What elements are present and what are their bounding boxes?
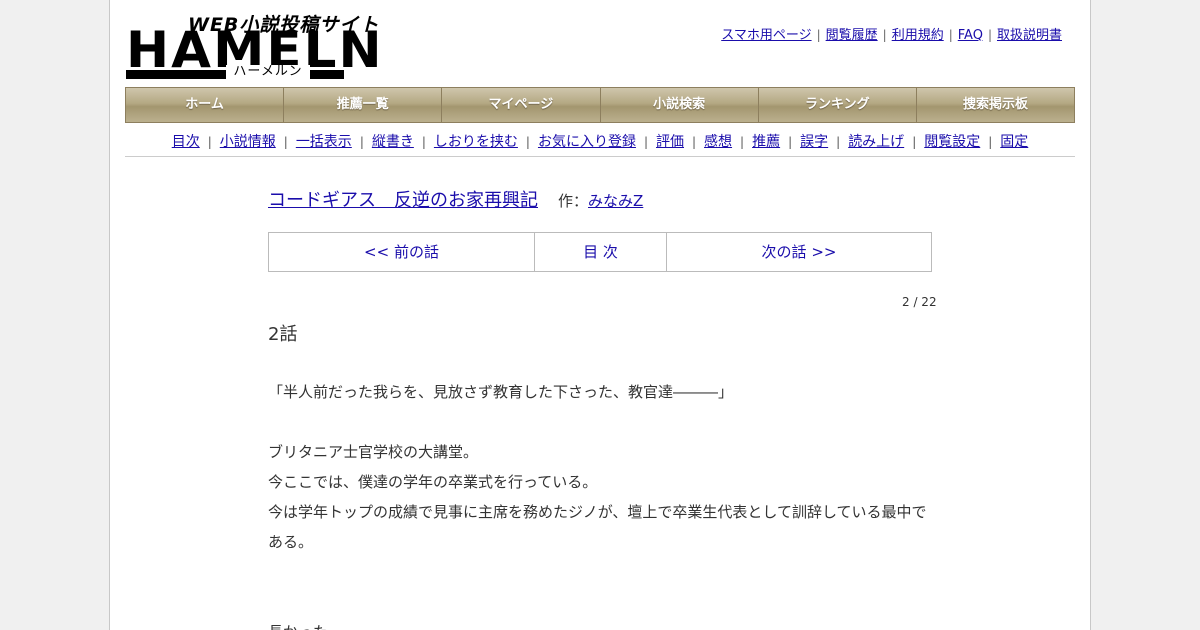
toc-button[interactable]: 目 次 — [535, 233, 667, 271]
separator: | — [692, 135, 697, 149]
separator: | — [207, 135, 212, 149]
subnav-favorite[interactable]: お気に入り登録 — [538, 134, 636, 150]
nav-ranking[interactable]: ランキング — [759, 88, 917, 122]
subnav-vertical[interactable]: 縦書き — [372, 134, 414, 150]
separator: | — [882, 28, 887, 42]
subnav-info[interactable]: 小説情報 — [220, 134, 276, 150]
novel-title-link[interactable]: コードギアス 反逆のお家再興記 — [268, 190, 538, 211]
nav-mypage[interactable]: マイページ — [442, 88, 601, 122]
subnav-comments[interactable]: 感想 — [704, 134, 732, 150]
body-paragraph: 長かった — [268, 617, 938, 630]
next-chapter-button[interactable]: 次の話 >> — [667, 233, 931, 271]
link-terms[interactable]: 利用規約 — [892, 28, 944, 43]
separator: | — [643, 135, 648, 149]
separator: | — [283, 135, 288, 149]
separator: | — [988, 135, 993, 149]
page-container: WEB小説投稿サイト HAMELN ハーメルン スマホ用ページ | 閲覧履歴 | 利用規… — [109, 0, 1091, 630]
chapter-title: 2話 — [268, 324, 298, 345]
separator: | — [987, 28, 992, 42]
page-counter: 2 / 22 — [902, 295, 937, 309]
body-paragraph: 今ここでは、僕達の学年の卒業式を行っている。 — [268, 473, 598, 491]
separator: | — [740, 135, 745, 149]
link-faq[interactable]: FAQ — [958, 28, 983, 43]
subnav-full[interactable]: 一括表示 — [296, 134, 352, 150]
separator: | — [421, 135, 426, 149]
body-paragraph: ブリタニア士官学校の大講堂。 — [268, 443, 479, 461]
subnav-recommend[interactable]: 推薦 — [752, 134, 780, 150]
subnav-readaloud[interactable]: 読み上げ — [848, 134, 904, 150]
body-paragraph: 今は学年トップの成績で見事に主席を務めたジノが、壇上で卒業生代表として訓辞してい… — [268, 503, 927, 551]
link-smartphone[interactable]: スマホ用ページ — [721, 28, 811, 43]
separator: | — [836, 135, 841, 149]
body-paragraph — [268, 557, 938, 587]
nav-recommended[interactable]: 推薦一覧 — [284, 88, 443, 122]
novel-header: コードギアス 反逆のお家再興記 作：みなみZ — [268, 186, 643, 212]
logo-kana: ハーメルン — [226, 65, 310, 79]
novel-subnav: 目次 | 小説情報 | 一括表示 | 縦書き | しおりを挟む | お気に入り登録 | 評価 | 感想 | 推薦… — [125, 131, 1075, 151]
subnav-typo[interactable]: 誤字 — [800, 134, 828, 150]
separator: | — [912, 135, 917, 149]
subnav-bookmark[interactable]: しおりを挟む — [434, 134, 518, 150]
author-label: 作： — [558, 192, 589, 210]
nav-board[interactable]: 捜索掲示板 — [917, 88, 1074, 122]
link-manual[interactable]: 取扱説明書 — [997, 28, 1062, 43]
top-links: スマホ用ページ | 閲覧履歴 | 利用規約 | FAQ | 取扱説明書 — [721, 24, 1062, 43]
author-link[interactable]: みなみZ — [588, 192, 643, 210]
subnav-pin[interactable]: 固定 — [1000, 134, 1028, 150]
prev-chapter-button[interactable]: << 前の話 — [269, 233, 535, 271]
divider — [125, 156, 1075, 157]
separator: | — [788, 135, 793, 149]
hameln-logo[interactable]: WEB小説投稿サイト HAMELN ハーメルン — [126, 10, 382, 80]
nav-home[interactable]: ホーム — [126, 88, 285, 122]
separator: | — [816, 28, 821, 42]
main-nav: ホーム 推薦一覧 マイページ 小説検索 ランキング 捜索掲示板 — [125, 87, 1075, 123]
body-paragraph: 「半人前だった我らを、見放さず教育した下さった、教官達―――」 — [268, 383, 734, 401]
chapter-body: 「半人前だった我らを、見放さず教育した下さった、教官達―――」 ブリタニア士官学… — [268, 377, 938, 630]
separator: | — [359, 135, 364, 149]
body-paragraph — [268, 407, 938, 437]
nav-search[interactable]: 小説検索 — [601, 88, 759, 122]
body-paragraph — [268, 587, 938, 617]
separator: | — [525, 135, 530, 149]
subnav-rating[interactable]: 評価 — [656, 134, 684, 150]
subnav-settings[interactable]: 閲覧設定 — [924, 134, 980, 150]
separator: | — [948, 28, 953, 42]
subnav-toc[interactable]: 目次 — [172, 134, 200, 150]
chapter-pager: << 前の話 目 次 次の話 >> — [268, 232, 932, 272]
link-history[interactable]: 閲覧履歴 — [826, 28, 878, 43]
